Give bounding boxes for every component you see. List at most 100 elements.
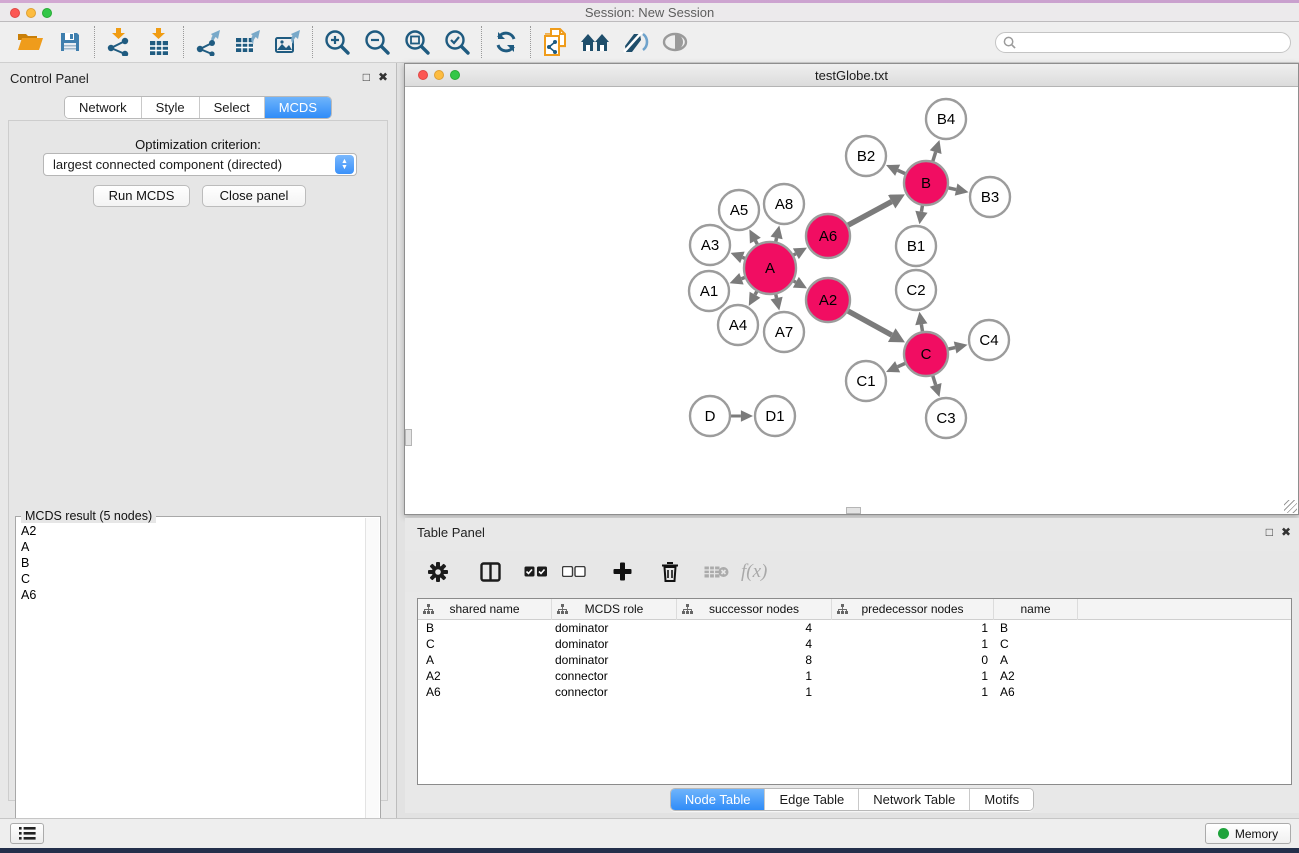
column-header-MCDS-role[interactable]: MCDS role	[552, 599, 677, 620]
table-row[interactable]: Adominator80A	[418, 652, 1291, 668]
refresh-button[interactable]	[486, 24, 526, 60]
toolbar-search-field[interactable]	[995, 32, 1291, 53]
export-table-icon	[234, 28, 262, 56]
select-all-columns-button[interactable]	[517, 555, 555, 589]
import-network-button[interactable]	[99, 24, 139, 60]
mcds-list-scrollbar[interactable]	[365, 518, 379, 852]
control-panel-tabs: NetworkStyleSelectMCDS	[0, 96, 396, 119]
open-file-button[interactable]	[10, 24, 50, 60]
mcds-tab-content: Optimization criterion: largest connecte…	[8, 120, 388, 801]
window-resize-grip[interactable]	[1284, 500, 1297, 513]
network-window-titlebar: testGlobe.txt	[405, 64, 1298, 87]
unselect-all-columns-button[interactable]	[555, 555, 593, 589]
table-cell: A2	[994, 668, 1078, 684]
graph-node-label: B4	[937, 111, 955, 128]
column-header-shared-name[interactable]: shared name	[418, 599, 552, 620]
delete-table-icon	[704, 565, 729, 579]
save-session-button[interactable]	[50, 24, 90, 60]
column-header-successor-nodes[interactable]: successor nodes	[677, 599, 832, 620]
table-cell: 1	[832, 668, 994, 684]
birdseye-collapse-handle-left[interactable]	[405, 429, 412, 446]
trash-icon	[661, 561, 679, 582]
table-cell: A2	[418, 668, 552, 684]
tab-network-table[interactable]: Network Table	[858, 789, 969, 810]
float-panel-icon[interactable]: □	[1266, 525, 1273, 539]
table-cell: 1	[677, 668, 832, 684]
table-row[interactable]: Bdominator41B	[418, 620, 1291, 636]
column-header-predecessor-nodes[interactable]: predecessor nodes	[832, 599, 994, 620]
run-mcds-button[interactable]: Run MCDS	[93, 185, 190, 207]
graph-node-label: A7	[775, 324, 793, 341]
toolbar-separator	[530, 26, 531, 58]
export-network-button[interactable]	[188, 24, 228, 60]
column-layout-icon	[480, 562, 501, 582]
table-cell: A	[994, 652, 1078, 668]
toolbar-separator	[94, 26, 95, 58]
status-bar: Memory	[0, 818, 1299, 848]
tab-motifs[interactable]: Motifs	[969, 789, 1033, 810]
table-panel-tabs: Node TableEdge TableNetwork TableMotifs	[405, 788, 1299, 811]
tab-edge-table[interactable]: Edge Table	[764, 789, 858, 810]
hide-graphics-details-button[interactable]	[615, 24, 655, 60]
tab-mcds[interactable]: MCDS	[264, 97, 331, 118]
float-panel-icon[interactable]: □	[363, 70, 370, 84]
memory-status-icon	[1218, 828, 1229, 839]
criterion-dropdown[interactable]: largest connected component (directed) ▲…	[43, 153, 357, 176]
table-row[interactable]: A6connector11A6	[418, 684, 1291, 700]
new-network-from-selection-button[interactable]	[535, 24, 575, 60]
search-input[interactable]	[1020, 36, 1290, 50]
graph-node-label: A6	[819, 228, 837, 245]
tab-style[interactable]: Style	[141, 97, 199, 118]
function-builder-label: f(x)	[741, 561, 767, 583]
task-history-button[interactable]	[10, 823, 44, 844]
graph-node-label: C2	[906, 282, 925, 299]
plus-icon	[613, 562, 632, 581]
network-canvas[interactable]: B4B2BB3A8A5A6A3B1AC2A1A2A4A7C4CC1C3DD1	[405, 87, 1298, 514]
network-view-window: testGlobe.txt B4B2BB3A8A5A6A3B1AC2A1A2A4…	[404, 63, 1299, 515]
close-panel-icon[interactable]: ✖	[378, 70, 388, 84]
close-panel-icon[interactable]: ✖	[1281, 525, 1291, 539]
birdseye-collapse-handle-bottom[interactable]	[846, 507, 861, 514]
mcds-result-item[interactable]: C	[18, 571, 364, 587]
export-image-button[interactable]	[268, 24, 308, 60]
mcds-result-item[interactable]: A2	[18, 523, 364, 539]
window-title: Session: New Session	[0, 5, 1299, 20]
memory-button[interactable]: Memory	[1205, 823, 1291, 844]
network-window-title: testGlobe.txt	[405, 68, 1298, 83]
create-column-button[interactable]	[603, 555, 641, 589]
table-cell: dominator	[552, 620, 677, 636]
mcds-result-item[interactable]: A	[18, 539, 364, 555]
table-options-gear-button[interactable]	[419, 555, 457, 589]
import-network-icon	[106, 28, 132, 56]
home-button[interactable]	[575, 24, 615, 60]
mcds-result-item[interactable]: A6	[18, 587, 364, 603]
delete-column-button[interactable]	[651, 555, 689, 589]
tab-select[interactable]: Select	[199, 97, 264, 118]
zoom-out-button[interactable]	[357, 24, 397, 60]
mcds-result-item[interactable]: B	[18, 555, 364, 571]
show-graphics-details-button[interactable]	[655, 24, 695, 60]
table-row[interactable]: A2connector11A2	[418, 668, 1291, 684]
tab-node-table[interactable]: Node Table	[671, 789, 765, 810]
import-table-button[interactable]	[139, 24, 179, 60]
close-panel-button[interactable]: Close panel	[202, 185, 306, 207]
table-cell: 1	[677, 684, 832, 700]
zoom-fit-button[interactable]	[397, 24, 437, 60]
delete-table-button[interactable]	[697, 555, 735, 589]
dropdown-stepper-icon: ▲▼	[335, 155, 354, 174]
column-layout-button[interactable]	[471, 555, 509, 589]
zoom-in-button[interactable]	[317, 24, 357, 60]
table-row[interactable]: Cdominator41C	[418, 636, 1291, 652]
search-icon	[1003, 36, 1016, 49]
column-header-name[interactable]: name	[994, 599, 1078, 620]
function-builder-button[interactable]: f(x)	[741, 555, 767, 589]
mcds-result-title: MCDS result (5 nodes)	[21, 509, 156, 523]
table-cell: B	[994, 620, 1078, 636]
zoom-selected-button[interactable]	[437, 24, 477, 60]
export-table-button[interactable]	[228, 24, 268, 60]
graph-node-label: B	[921, 175, 931, 192]
graph-edge-arrowhead	[915, 211, 927, 225]
tab-network[interactable]: Network	[65, 97, 141, 118]
table-cell: A6	[994, 684, 1078, 700]
graph-node-label: B2	[857, 148, 875, 165]
